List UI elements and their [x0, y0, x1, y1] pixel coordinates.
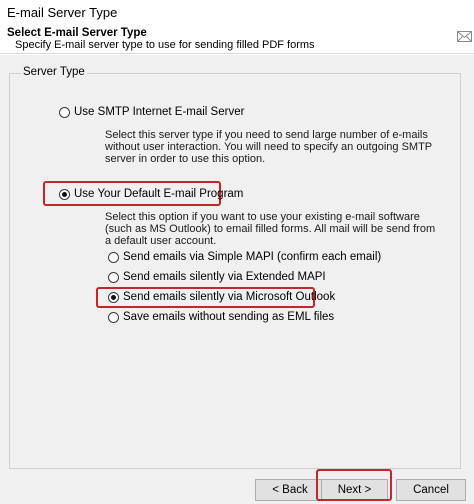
envelope-icon — [457, 31, 472, 42]
radio-circle — [108, 271, 119, 283]
smtp-server-radio[interactable]: Use SMTP Internet E-mail Server — [59, 106, 244, 118]
radio-label: Use SMTP Internet E-mail Server — [74, 106, 245, 118]
wizard-footer: < Back Next > Cancel — [0, 472, 474, 504]
header-subtitle: Specify E-mail server type to use for se… — [15, 39, 315, 51]
window-title: E-mail Server Type — [7, 5, 118, 20]
radio-circle — [59, 106, 70, 118]
extended-mapi-radio[interactable]: Send emails silently via Extended MAPI — [108, 271, 326, 283]
wizard-header: Select E-mail Server Type Specify E-mail… — [0, 26, 474, 54]
default-program-description: Select this option if you want to use yo… — [105, 211, 436, 247]
cancel-button[interactable]: Cancel — [396, 479, 466, 501]
radio-label: Send emails silently via Microsoft Outlo… — [123, 291, 336, 303]
highlight-next — [316, 469, 392, 501]
save-eml-radio[interactable]: Save emails without sending as EML files — [108, 311, 334, 323]
outlook-radio[interactable]: Send emails silently via Microsoft Outlo… — [108, 291, 335, 303]
header-title: Select E-mail Server Type — [7, 27, 147, 39]
title-bar: E-mail Server Type — [0, 0, 474, 26]
group-label: Server Type — [21, 66, 87, 78]
radio-circle — [108, 251, 119, 263]
radio-label: Use Your Default E-mail Program — [74, 188, 244, 200]
radio-circle — [59, 188, 70, 200]
radio-circle — [108, 291, 119, 303]
default-email-program-radio[interactable]: Use Your Default E-mail Program — [59, 188, 243, 200]
back-button[interactable]: < Back — [255, 479, 325, 501]
radio-label: Save emails without sending as EML files — [123, 311, 335, 323]
simple-mapi-radio[interactable]: Send emails via Simple MAPI (confirm eac… — [108, 251, 381, 263]
radio-label: Send emails silently via Extended MAPI — [123, 271, 326, 283]
radio-label: Send emails via Simple MAPI (confirm eac… — [123, 251, 382, 263]
smtp-description: Select this server type if you need to s… — [105, 129, 433, 165]
radio-circle — [108, 311, 119, 323]
